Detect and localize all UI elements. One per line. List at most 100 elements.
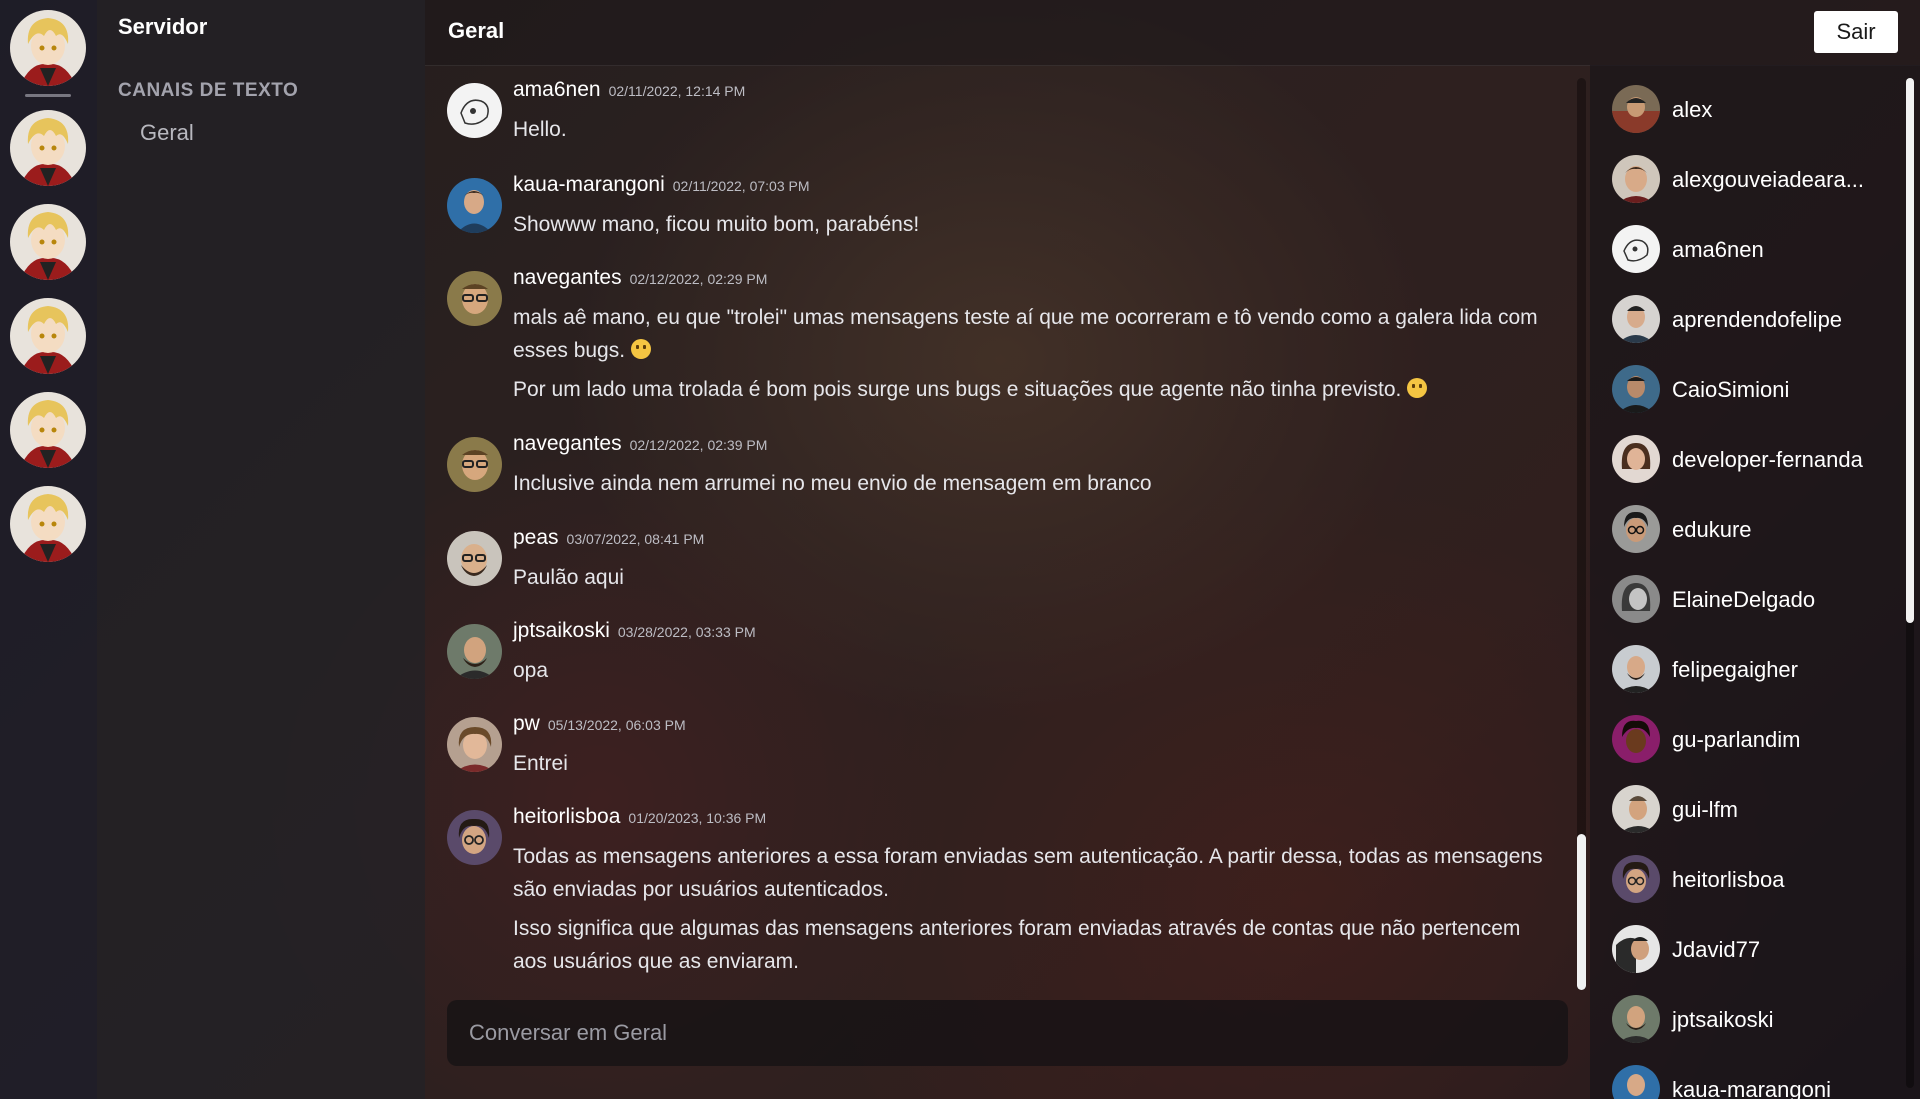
member-item[interactable]: Jdavid77 bbox=[1612, 925, 1902, 977]
message-text: Showww mano, ficou muito bom, parabéns! bbox=[513, 213, 920, 236]
member-item[interactable]: heitorlisboa bbox=[1612, 855, 1902, 907]
server-avatar-icon bbox=[10, 486, 86, 562]
message-author[interactable]: kaua-marangoni bbox=[513, 173, 665, 196]
message-header: navegantes 02/12/2022, 02:29 PM bbox=[513, 266, 767, 290]
member-item[interactable]: ElaineDelgado bbox=[1612, 575, 1902, 627]
message-timestamp: 02/11/2022, 12:14 PM bbox=[608, 83, 746, 99]
message-header: navegantes 02/12/2022, 02:39 PM bbox=[513, 432, 767, 456]
user-avatar[interactable] bbox=[447, 531, 502, 586]
message-author[interactable]: ama6nen bbox=[513, 78, 601, 101]
message-header: ama6nen 02/11/2022, 12:14 PM bbox=[513, 78, 745, 102]
member-item[interactable]: developer-fernanda bbox=[1612, 435, 1902, 487]
message-header: peas 03/07/2022, 08:41 PM bbox=[513, 526, 704, 550]
chat-header: Geral Sair bbox=[425, 0, 1920, 66]
message-timestamp: 03/07/2022, 08:41 PM bbox=[566, 531, 705, 547]
rail-divider bbox=[25, 94, 71, 97]
message-author[interactable]: jptsaikoski bbox=[513, 619, 610, 642]
server-icon[interactable] bbox=[10, 298, 86, 374]
server-avatar-icon bbox=[10, 392, 86, 468]
member-item[interactable]: kaua-marangoni bbox=[1612, 1065, 1902, 1099]
message-text: Entrei bbox=[513, 752, 568, 775]
message-timestamp: 02/12/2022, 02:39 PM bbox=[629, 437, 768, 453]
message-text: mals aê mano, eu que "trolei" umas mensa… bbox=[513, 306, 1538, 362]
user-avatar[interactable] bbox=[447, 717, 502, 772]
member-list-scroll-thumb[interactable] bbox=[1906, 78, 1914, 623]
channel-category: CANAIS DE TEXTO bbox=[118, 80, 299, 101]
message-text: Hello. bbox=[513, 118, 567, 141]
member-avatar bbox=[1612, 995, 1660, 1043]
user-avatar[interactable] bbox=[447, 624, 502, 679]
server-name: Servidor bbox=[118, 14, 208, 39]
message-text: opa bbox=[513, 659, 549, 682]
message-header: jptsaikoski 03/28/2022, 03:33 PM bbox=[513, 619, 756, 643]
member-avatar bbox=[1612, 365, 1660, 413]
message-timestamp: 05/13/2022, 06:03 PM bbox=[547, 717, 686, 733]
member-avatar bbox=[1612, 645, 1660, 693]
logout-button[interactable]: Sair bbox=[1814, 11, 1898, 53]
message-text: Inclusive ainda nem arrumei no meu envio… bbox=[513, 472, 1152, 495]
message-author[interactable]: heitorlisboa bbox=[513, 805, 620, 828]
message-author[interactable]: navegantes bbox=[513, 266, 622, 289]
member-avatar bbox=[1612, 785, 1660, 833]
server-icon[interactable] bbox=[10, 10, 86, 86]
server-icon[interactable] bbox=[10, 486, 86, 562]
user-avatar[interactable] bbox=[447, 437, 502, 492]
member-item[interactable]: jptsaikoski bbox=[1612, 995, 1902, 1047]
member-item[interactable]: gui-lfm bbox=[1612, 785, 1902, 837]
server-avatar-icon bbox=[10, 204, 86, 280]
member-avatar bbox=[1612, 855, 1660, 903]
server-rail bbox=[0, 0, 97, 1099]
message-content: mals aê mano, eu que "trolei" umas mensa… bbox=[513, 301, 1543, 412]
message-content: opa bbox=[513, 654, 1543, 693]
member-item[interactable]: gu-parlandim bbox=[1612, 715, 1902, 767]
member-avatar bbox=[1612, 155, 1660, 203]
member-name: aprendendofelipe bbox=[1672, 307, 1843, 332]
message-content: Showww mano, ficou muito bom, parabéns! bbox=[513, 208, 1543, 247]
chat-scrollbar[interactable] bbox=[1577, 78, 1586, 990]
member-avatar bbox=[1612, 225, 1660, 273]
message-header: kaua-marangoni 02/11/2022, 07:03 PM bbox=[513, 173, 810, 197]
message-header: heitorlisboa 01/20/2023, 10:36 PM bbox=[513, 805, 766, 829]
member-list-scrollbar[interactable] bbox=[1906, 78, 1914, 1088]
server-avatar-icon bbox=[10, 298, 86, 374]
message-content: Entrei bbox=[513, 747, 1543, 786]
member-name: Jdavid77 bbox=[1672, 937, 1761, 962]
user-avatar[interactable] bbox=[447, 810, 502, 865]
message-author[interactable]: navegantes bbox=[513, 432, 622, 455]
user-avatar[interactable] bbox=[447, 83, 502, 138]
member-avatar bbox=[1612, 435, 1660, 483]
message-content: Todas as mensagens anteriores a essa for… bbox=[513, 840, 1543, 984]
member-avatar bbox=[1612, 505, 1660, 553]
member-item[interactable]: edukure bbox=[1612, 505, 1902, 557]
member-item[interactable]: felipegaigher bbox=[1612, 645, 1902, 697]
member-item[interactable]: ama6nen bbox=[1612, 225, 1902, 277]
member-name: alex bbox=[1672, 97, 1713, 122]
server-icon[interactable] bbox=[10, 392, 86, 468]
message-timestamp: 03/28/2022, 03:33 PM bbox=[617, 624, 756, 640]
member-name: edukure bbox=[1672, 517, 1752, 542]
member-name: CaioSimioni bbox=[1672, 377, 1790, 402]
server-icon[interactable] bbox=[10, 110, 86, 186]
message-author[interactable]: pw bbox=[513, 712, 540, 735]
channel-title: Geral bbox=[448, 18, 505, 43]
member-name: jptsaikoski bbox=[1672, 1007, 1774, 1032]
member-name: felipegaigher bbox=[1672, 657, 1798, 682]
server-icon[interactable] bbox=[10, 204, 86, 280]
member-item[interactable]: alexgouveiadeara... bbox=[1612, 155, 1902, 207]
member-avatar bbox=[1612, 85, 1660, 133]
member-item[interactable]: CaioSimioni bbox=[1612, 365, 1902, 417]
chat-scroll-thumb[interactable] bbox=[1577, 834, 1586, 990]
message-text: Isso significa que algumas das mensagens… bbox=[513, 917, 1521, 973]
smile-emoji-icon bbox=[631, 339, 652, 359]
member-avatar bbox=[1612, 575, 1660, 623]
member-name: gui-lfm bbox=[1672, 797, 1739, 822]
message-author[interactable]: peas bbox=[513, 526, 559, 549]
message-input[interactable] bbox=[447, 1000, 1568, 1066]
channel-item-geral[interactable]: Geral bbox=[140, 120, 194, 146]
member-item[interactable]: alex bbox=[1612, 85, 1902, 137]
message-text: Por um lado uma trolada é bom pois surge… bbox=[513, 373, 1543, 406]
member-item[interactable]: aprendendofelipe bbox=[1612, 295, 1902, 347]
user-avatar[interactable] bbox=[447, 271, 502, 326]
user-avatar[interactable] bbox=[447, 178, 502, 233]
server-avatar-icon bbox=[10, 10, 86, 86]
